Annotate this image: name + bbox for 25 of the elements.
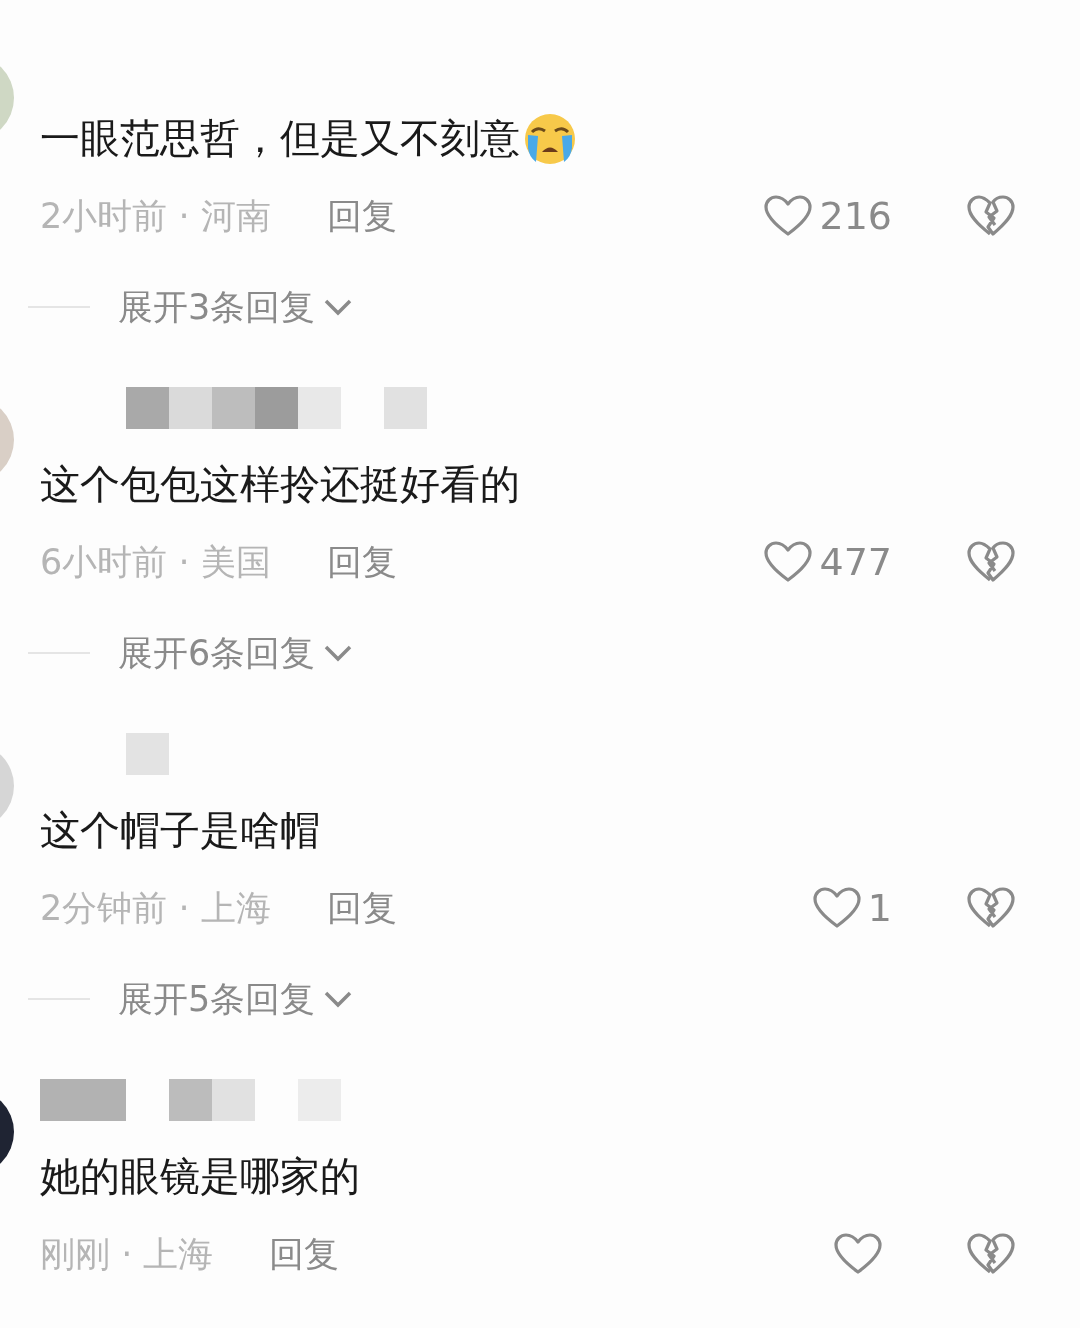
reply-link[interactable]: 回复 <box>326 535 397 589</box>
time-location: 6小时前 · 美国 <box>40 540 271 584</box>
time-location: 刚刚 · 上海 <box>40 1232 214 1276</box>
heart-icon[interactable] <box>763 194 814 238</box>
like-count: 1 <box>867 884 892 932</box>
heart-icon[interactable] <box>811 886 862 930</box>
time-location: 2分钟前 · 上海 <box>40 886 271 930</box>
chevron-down-icon <box>323 643 354 663</box>
reply-link[interactable]: 回复 <box>269 1227 340 1281</box>
reply-link[interactable]: 回复 <box>326 189 397 243</box>
chevron-down-icon <box>323 297 354 317</box>
time-location: 2小时前 · 河南 <box>40 194 271 238</box>
comment-text: 她的眼镜是哪家的 <box>40 1152 360 1201</box>
expand-replies-button[interactable]: 展开3条回复 <box>118 280 354 334</box>
comment-text: 这个包包这样拎还挺好看的 <box>40 460 520 509</box>
expand-replies-button[interactable]: 展开5条回复 <box>118 972 354 1026</box>
expand-replies-button[interactable]: 展开6条回复 <box>118 626 354 680</box>
heart-icon[interactable] <box>833 1232 883 1276</box>
like-count: 477 <box>819 538 892 586</box>
chevron-down-icon <box>323 989 354 1009</box>
reply-link[interactable]: 回复 <box>326 881 397 935</box>
comment-text: 一眼范思哲，但是又不刻意 <box>40 114 520 163</box>
heart-icon[interactable] <box>763 540 814 584</box>
like-count: 216 <box>819 192 892 240</box>
comment-text: 这个帽子是啥帽 <box>40 806 320 855</box>
